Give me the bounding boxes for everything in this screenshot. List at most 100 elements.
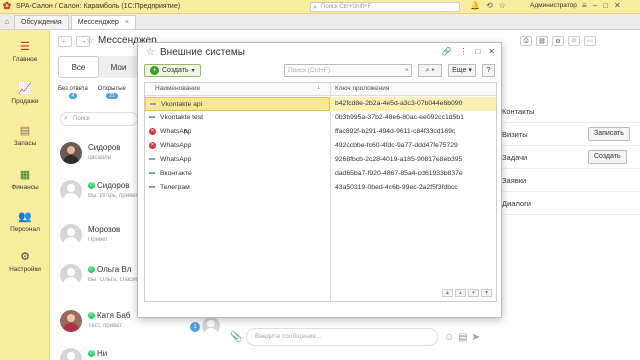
sidebar-item-main[interactable]: ☰ Главное	[0, 38, 50, 64]
item-marker-icon	[149, 186, 155, 189]
deletion-mark-icon: ✕	[149, 141, 156, 149]
chat-list-item[interactable]: Морозов Привет	[58, 220, 140, 254]
history-icon[interactable]: ⟲	[486, 1, 493, 10]
sidebar-item-sales[interactable]: 📈 Продажи	[0, 80, 50, 106]
bell-icon[interactable]: 🔔	[470, 1, 480, 10]
emoji-icon[interactable]: ☺	[444, 332, 454, 343]
window-title: SPA-Салон / Салон: Карамболь (1С:Предпри…	[16, 3, 181, 10]
link-icon[interactable]: ⛓	[536, 36, 548, 46]
scroll-top-button[interactable]: ▲	[442, 289, 453, 297]
create-button[interactable]: + Создать ▾	[144, 64, 201, 77]
help-button[interactable]: ?	[482, 64, 495, 77]
sidebar: ☰ Главное 📈 Продажи ▤ Запасы ▦ Финансы 👥…	[0, 30, 50, 360]
paperclip-icon[interactable]: 📎	[230, 332, 246, 343]
dialog-search-input[interactable]: Поиск (Ctrl+F) ×	[284, 64, 412, 77]
chat-list-item[interactable]: Сидоров цвсаолн	[58, 138, 140, 172]
chat-list-item[interactable]: ✆ Ни	[58, 344, 140, 360]
book-visit-button[interactable]: Записать	[588, 127, 630, 141]
chat-list-item[interactable]: ✆ Сидоров Вы: Игорь, привет	[58, 176, 140, 210]
back-button[interactable]: ←	[58, 36, 72, 47]
maximize-icon[interactable]: □	[475, 47, 480, 56]
more-icon[interactable]: ⋯	[584, 36, 596, 46]
table-row[interactable]: Vkontakte test 0b3b995a-37b2-48e6-80ac-e…	[145, 111, 496, 125]
list-icon: ☰	[20, 40, 30, 53]
maximize-icon[interactable]: □	[603, 1, 608, 10]
sidebar-item-stock[interactable]: ▤ Запасы	[0, 122, 50, 148]
panel-row-contacts[interactable]: Контакты	[500, 101, 640, 123]
filter-mine[interactable]: Мои	[99, 56, 138, 78]
table-row[interactable]: WhatsApp 9268fbcb-2c28-4019-a185-90817e8…	[145, 153, 496, 167]
count-badge: 21	[106, 93, 118, 99]
chat-name: ✆ Катя Баб	[88, 311, 131, 320]
cell-name: Vkontakte test	[145, 111, 330, 125]
more-icon[interactable]: ⋮	[459, 47, 467, 56]
home-icon[interactable]: ⌂	[0, 13, 14, 29]
chat-name: Сидоров	[88, 143, 121, 152]
table-row[interactable]: Vkontakte api b42fcd8e-2b2a-4e5d-a3c3-07…	[145, 97, 496, 111]
chat-list-item[interactable]: ✆ Ольга Вл Вы: Ольга, спасибо	[58, 260, 142, 294]
dialog-search-placeholder: Поиск (Ctrl+F)	[288, 67, 331, 74]
close-icon[interactable]: ✕	[614, 1, 621, 10]
whatsapp-icon: ✆	[88, 266, 95, 274]
scroll-bottom-button[interactable]: ▼	[481, 289, 492, 297]
send-icon[interactable]: ➤	[472, 332, 480, 343]
message-input[interactable]: Введите сообщение...	[246, 328, 438, 346]
avatar	[60, 142, 82, 164]
scroll-up-button[interactable]: ▴	[455, 289, 466, 297]
sidebar-item-label: Продажи	[11, 98, 39, 105]
chat-search-input[interactable]: ⌕ Поиск	[60, 112, 138, 126]
favorite-star-icon[interactable]: ☆	[86, 35, 94, 46]
clear-icon[interactable]: ×	[405, 65, 409, 76]
avatar	[202, 317, 220, 337]
current-user[interactable]: Администратор	[530, 2, 577, 9]
more-button[interactable]: Еще ▾	[448, 64, 476, 77]
star-icon[interactable]: ☆	[499, 1, 506, 10]
sort-down-icon[interactable]: ↓	[317, 84, 321, 91]
cell-key: 9268fbcb-2c28-4019-a185-90817e8eb395	[335, 156, 463, 163]
people-icon: 👥	[18, 210, 32, 223]
find-button[interactable]: ⌕ ▾	[418, 64, 442, 77]
tab-close-icon[interactable]: ×	[125, 19, 129, 26]
panel-row-label: Заявки	[502, 176, 527, 185]
chat-list-item[interactable]: ✆ Катя Баб Тест, привет	[58, 306, 140, 340]
tab-discussions[interactable]: Обсуждения	[14, 15, 69, 29]
avatar	[60, 180, 82, 202]
tab-messenger[interactable]: Мессенджер ×	[70, 15, 136, 29]
global-search-input[interactable]: ⌕ Поиск Ctrl+Shift+F	[310, 2, 460, 12]
create-task-button[interactable]: Создать	[588, 150, 627, 164]
sidebar-item-finance[interactable]: ▦ Финансы	[0, 166, 50, 192]
table-row[interactable]: Вконтакте dad65ba7-f920-4867-85a4-cd6193…	[145, 167, 496, 181]
settings-icon[interactable]: ⚙	[552, 36, 564, 46]
panel-row-tasks[interactable]: Задачи Создать	[500, 147, 640, 169]
panel-row-dialogs[interactable]: Диалоги	[500, 193, 640, 215]
column-header-name[interactable]: Наименование	[155, 85, 200, 92]
sidebar-item-settings[interactable]: ⚙ Настройки	[0, 248, 50, 274]
print-icon[interactable]: ⎙	[520, 36, 532, 46]
status-tab-open[interactable]: Открытые 21	[98, 86, 126, 99]
external-systems-dialog: ☆ Внешние системы 🔗 ⋮ □ ✕ + Создать ▾ По…	[137, 42, 502, 318]
table-row[interactable]: ✕ WhatsApp ffac892f-b291-494d-9611-c84f33…	[145, 125, 496, 139]
panel-row-requests[interactable]: Заявки	[500, 170, 640, 192]
template-icon[interactable]: ▤	[458, 332, 467, 343]
panel-row-label: Диалоги	[502, 199, 531, 208]
dialog-header: ☆ Внешние системы 🔗 ⋮ □ ✕	[138, 43, 501, 63]
column-header-key[interactable]: Ключ приложения	[335, 85, 389, 92]
plus-icon: +	[150, 66, 159, 75]
table-row[interactable]: Телеграм 43a50319-0bed-4c6b-99ec-2a2f5f3…	[145, 181, 496, 195]
settings-icon[interactable]: ≡	[582, 1, 587, 10]
minimize-icon[interactable]: –	[593, 1, 597, 10]
close-icon[interactable]: ✕	[488, 47, 495, 56]
whatsapp-icon: ✆	[88, 350, 95, 358]
chat-preview: Вы: Игорь, привет	[88, 193, 139, 199]
favorite-star-icon[interactable]: ☆	[146, 47, 155, 58]
table-header: Наименование ↓ Ключ приложения	[145, 83, 496, 96]
panel-row-visits[interactable]: Визиты Записать	[500, 124, 640, 146]
filter-all[interactable]: Все	[58, 56, 99, 78]
user-icon[interactable]: ☺	[568, 36, 580, 46]
status-tab-unanswered[interactable]: Без ответа 4	[58, 86, 88, 99]
sidebar-item-label: Финансы	[11, 184, 39, 191]
sidebar-item-staff[interactable]: 👥 Персонал	[0, 208, 50, 234]
scroll-down-button[interactable]: ▾	[468, 289, 479, 297]
table-row[interactable]: ✕ WhatsApp 492ccbbe-fc60-4fdc-9a77-ddd47f…	[145, 139, 496, 153]
link-icon[interactable]: 🔗	[441, 47, 451, 56]
